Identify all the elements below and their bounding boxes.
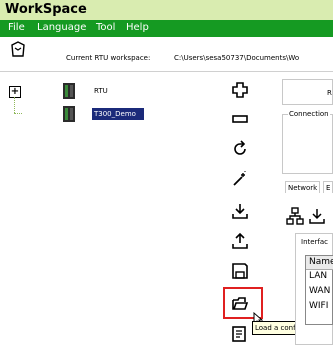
expand-icon[interactable]: + bbox=[9, 86, 21, 98]
download-icon[interactable] bbox=[308, 207, 326, 225]
tree-line bbox=[14, 113, 22, 114]
tree-line bbox=[14, 97, 15, 113]
menu-bar: File Language Tool Help bbox=[0, 20, 333, 37]
connection-label: Connection bbox=[288, 110, 330, 118]
title-bar: WorkSpace bbox=[0, 0, 333, 20]
upload-button[interactable] bbox=[229, 230, 251, 252]
download-button[interactable] bbox=[229, 200, 251, 222]
refresh-button[interactable] bbox=[229, 138, 251, 160]
report-button[interactable] bbox=[229, 323, 251, 345]
list-header: Name bbox=[306, 256, 333, 270]
top-box-label: R bbox=[327, 89, 332, 97]
network-icon[interactable] bbox=[286, 207, 304, 225]
list-item-wifi[interactable]: WIFI bbox=[309, 301, 328, 311]
workspace-label: Current RTU workspace: bbox=[66, 54, 151, 62]
rtu-device-icon bbox=[62, 82, 76, 100]
add-rtu-button[interactable] bbox=[229, 79, 251, 101]
save-button[interactable] bbox=[229, 260, 251, 282]
tab-network[interactable]: Network bbox=[285, 181, 321, 193]
tree-node-rtu[interactable]: RTU bbox=[94, 87, 108, 95]
interface-list[interactable]: Name LAN WAN WIFI bbox=[305, 255, 333, 325]
list-item-wan[interactable]: WAN bbox=[309, 286, 330, 296]
settings-wand-button[interactable] bbox=[229, 168, 251, 190]
top-box: R bbox=[282, 79, 333, 105]
app-title: WorkSpace bbox=[5, 2, 87, 17]
workspace-icon[interactable] bbox=[8, 40, 28, 60]
workspace-path: C:\Users\sesa50737\Documents\Wo bbox=[174, 54, 300, 62]
menu-help[interactable]: Help bbox=[126, 22, 149, 33]
rtu-device-icon bbox=[62, 105, 76, 123]
list-item-lan[interactable]: LAN bbox=[309, 271, 327, 281]
remove-rtu-button[interactable] bbox=[229, 108, 251, 130]
tab-e[interactable]: E bbox=[323, 181, 333, 193]
connection-group: Connection bbox=[282, 110, 333, 174]
workspace-row: Current RTU workspace: C:\Users\sesa5073… bbox=[0, 37, 333, 72]
menu-file[interactable]: File bbox=[8, 22, 25, 33]
list-header-name: Name bbox=[309, 257, 333, 267]
menu-language[interactable]: Language bbox=[37, 22, 86, 33]
tree-node-t300-demo[interactable]: T300_Demo bbox=[91, 107, 145, 121]
menu-tool[interactable]: Tool bbox=[96, 22, 115, 33]
interface-label: Interfac bbox=[301, 238, 329, 246]
